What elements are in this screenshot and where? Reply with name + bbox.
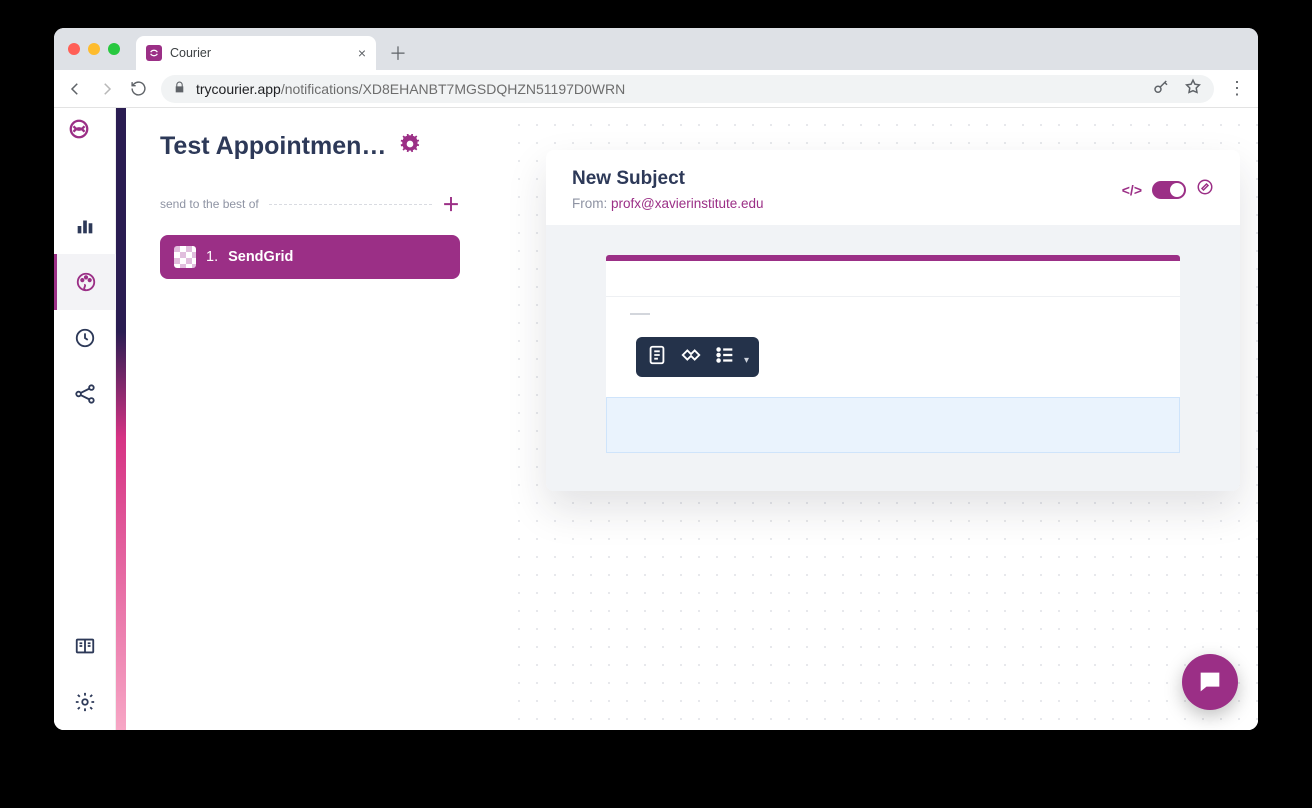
- notification-title[interactable]: Test Appointmen…: [160, 132, 386, 161]
- url-path: /notifications/XD8EHANBT7MGSDQHZN51197D0…: [281, 81, 625, 97]
- send-label: send to the best of: [160, 197, 259, 211]
- subject-field[interactable]: New Subject: [572, 168, 764, 190]
- channel-column: Test Appointmen… send to the best of ＋ 1…: [160, 132, 460, 279]
- from-label: From:: [572, 196, 607, 211]
- browser-tab[interactable]: Courier ×: [136, 36, 376, 70]
- divider: [269, 204, 432, 205]
- nav-history[interactable]: [54, 310, 116, 366]
- email-header-slot[interactable]: [606, 261, 1180, 297]
- add-channel-button[interactable]: ＋: [442, 191, 460, 217]
- window-zoom-icon[interactable]: [108, 43, 120, 55]
- url-host: trycourier.app: [196, 81, 281, 97]
- reload-button[interactable]: [130, 80, 147, 97]
- new-tab-button[interactable]: ＋: [384, 39, 412, 67]
- email-canvas[interactable]: ▾: [606, 255, 1180, 453]
- accent-strip: [116, 108, 126, 730]
- nav-designer[interactable]: [54, 254, 116, 310]
- key-icon[interactable]: [1152, 78, 1170, 99]
- window-minimize-icon[interactable]: [88, 43, 100, 55]
- notification-settings-icon[interactable]: [400, 134, 420, 159]
- tab-title: Courier: [170, 46, 211, 60]
- star-icon[interactable]: [1184, 78, 1202, 99]
- main-content: Test Appointmen… send to the best of ＋ 1…: [126, 108, 1258, 730]
- app-logo-icon[interactable]: [68, 118, 102, 152]
- channel-index: 1.: [206, 249, 218, 265]
- back-button[interactable]: [66, 80, 84, 98]
- browser-window: Courier × ＋ trycourier.app/notifications…: [54, 28, 1258, 730]
- channel-sendgrid[interactable]: 1. SendGrid: [160, 235, 460, 279]
- tab-close-icon[interactable]: ×: [358, 46, 366, 60]
- block-toolbar: ▾: [636, 337, 759, 377]
- window-controls: [68, 43, 120, 55]
- toolbar: trycourier.app/notifications/XD8EHANBT7M…: [54, 70, 1258, 108]
- window-close-icon[interactable]: [68, 43, 80, 55]
- sendgrid-icon: [174, 246, 196, 268]
- nav-docs[interactable]: [54, 618, 116, 674]
- lock-icon: [173, 81, 186, 97]
- channel-name: SendGrid: [228, 249, 293, 265]
- from-value[interactable]: profx@xavierinstitute.edu: [611, 196, 764, 211]
- nav-integrations[interactable]: [54, 366, 116, 422]
- tab-strip: Courier × ＋: [54, 28, 1258, 70]
- browser-menu-button[interactable]: ⋮: [1228, 78, 1246, 99]
- url-text: trycourier.app/notifications/XD8EHANBT7M…: [196, 81, 625, 97]
- editor-card: New Subject From: profx@xavierinstitute.…: [546, 150, 1240, 491]
- favicon-icon: [146, 45, 162, 61]
- intercom-launcher[interactable]: [1182, 654, 1238, 710]
- text-block-icon[interactable]: [646, 344, 668, 371]
- list-block-icon[interactable]: [714, 344, 736, 371]
- handshake-icon[interactable]: [680, 344, 702, 371]
- email-footer-dropzone[interactable]: [606, 397, 1180, 453]
- nav-settings[interactable]: [54, 674, 116, 730]
- email-body-slot[interactable]: ▾: [606, 297, 1180, 397]
- code-view-icon[interactable]: </>: [1122, 182, 1142, 198]
- nav-rail: [54, 108, 116, 730]
- app-viewport: Test Appointmen… send to the best of ＋ 1…: [54, 108, 1258, 730]
- chevron-down-icon[interactable]: ▾: [744, 355, 749, 366]
- drag-handle-icon: [630, 313, 650, 315]
- address-bar[interactable]: trycourier.app/notifications/XD8EHANBT7M…: [161, 75, 1214, 103]
- forward-button[interactable]: [98, 80, 116, 98]
- nav-analytics[interactable]: [54, 198, 116, 254]
- preview-toggle[interactable]: [1152, 181, 1186, 199]
- brand-settings-icon[interactable]: [1196, 178, 1214, 201]
